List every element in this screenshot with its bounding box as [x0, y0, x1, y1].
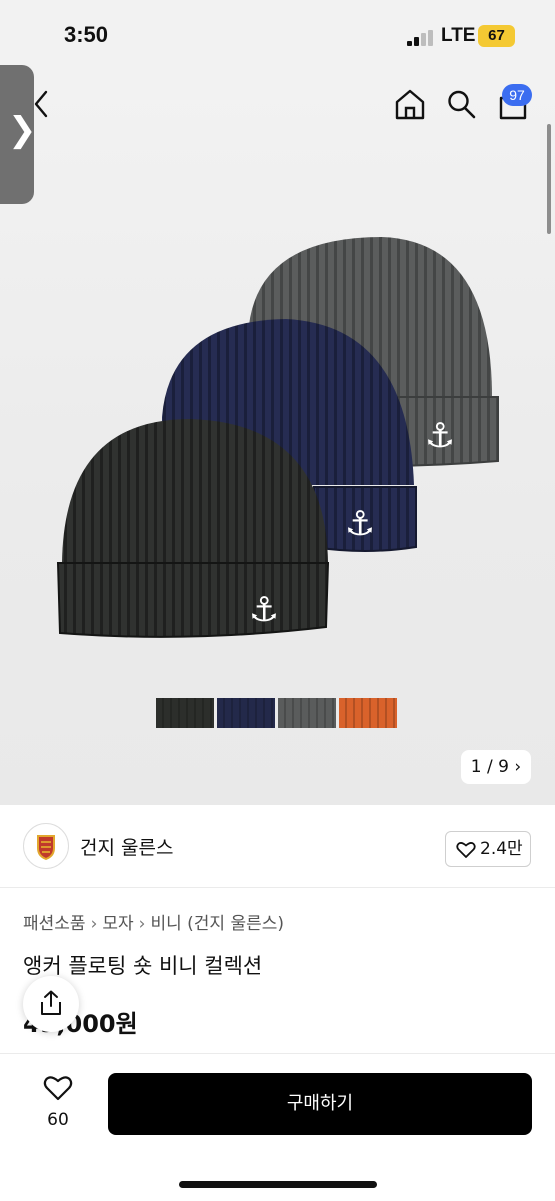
product-image: ⚓ ⚓ ⚓: [56, 237, 499, 638]
back-button[interactable]: [28, 88, 56, 120]
search-button[interactable]: [446, 88, 476, 120]
status-bar: 3:50 LTE 67: [0, 0, 555, 72]
buy-button[interactable]: 구매하기: [108, 1073, 532, 1135]
wishlist-button[interactable]: 60: [36, 1074, 80, 1134]
color-swatches: [156, 698, 397, 728]
share-button[interactable]: [23, 976, 79, 1032]
wishlist-count: 60: [47, 1110, 69, 1130]
side-panel-handle[interactable]: ❯: [0, 65, 37, 204]
swatch-black[interactable]: [156, 698, 214, 728]
brand-logo[interactable]: [23, 823, 69, 869]
chevron-right-icon: ›: [514, 757, 522, 777]
image-counter-label: 1 / 9: [470, 757, 509, 777]
svg-text:⚓: ⚓: [345, 504, 375, 544]
cart-count-badge: 97: [502, 84, 532, 106]
image-counter[interactable]: 1 / 9 ›: [461, 750, 531, 784]
status-time: 3:50: [64, 22, 109, 47]
brand-like-button[interactable]: 2.4만: [445, 831, 531, 867]
chevron-left-icon: [34, 90, 48, 118]
battery-icon: 67: [478, 25, 515, 47]
chevron-right-icon: ›: [90, 914, 98, 934]
svg-text:⚓: ⚓: [249, 590, 279, 630]
brand-like-count: 2.4만: [480, 839, 523, 859]
brand-crest-icon: [37, 835, 55, 861]
brand-row[interactable]: 건지 울른스 2.4만: [0, 805, 555, 888]
home-indicator: [179, 1181, 377, 1188]
signal-icon: [407, 30, 433, 46]
bottom-action-bar: 60 구매하기: [0, 1053, 555, 1201]
product-title: 앵커 플로팅 숏 비니 컬렉션: [23, 954, 263, 978]
heart-icon: [456, 842, 476, 858]
swatch-gray[interactable]: [278, 698, 336, 728]
heart-icon: [43, 1076, 73, 1101]
network-type: LTE: [441, 25, 476, 46]
brand-name[interactable]: 건지 울른스: [80, 833, 173, 860]
breadcrumb-item[interactable]: 패션소품: [23, 914, 86, 934]
breadcrumb-item[interactable]: 비니 (건지 울른스): [150, 914, 284, 934]
swatch-navy[interactable]: [217, 698, 275, 728]
home-button[interactable]: [395, 88, 425, 120]
share-icon: [41, 990, 61, 1015]
search-icon: [448, 90, 476, 119]
svg-text:⚓: ⚓: [425, 416, 455, 456]
breadcrumb-item[interactable]: 모자: [102, 914, 133, 934]
scrollbar[interactable]: [547, 124, 551, 234]
breadcrumb: 패션소품 › 모자 › 비니 (건지 울른스): [23, 909, 284, 934]
chevron-right-icon: ›: [138, 914, 146, 934]
swatch-orange[interactable]: [339, 698, 397, 728]
home-icon: [395, 89, 425, 120]
